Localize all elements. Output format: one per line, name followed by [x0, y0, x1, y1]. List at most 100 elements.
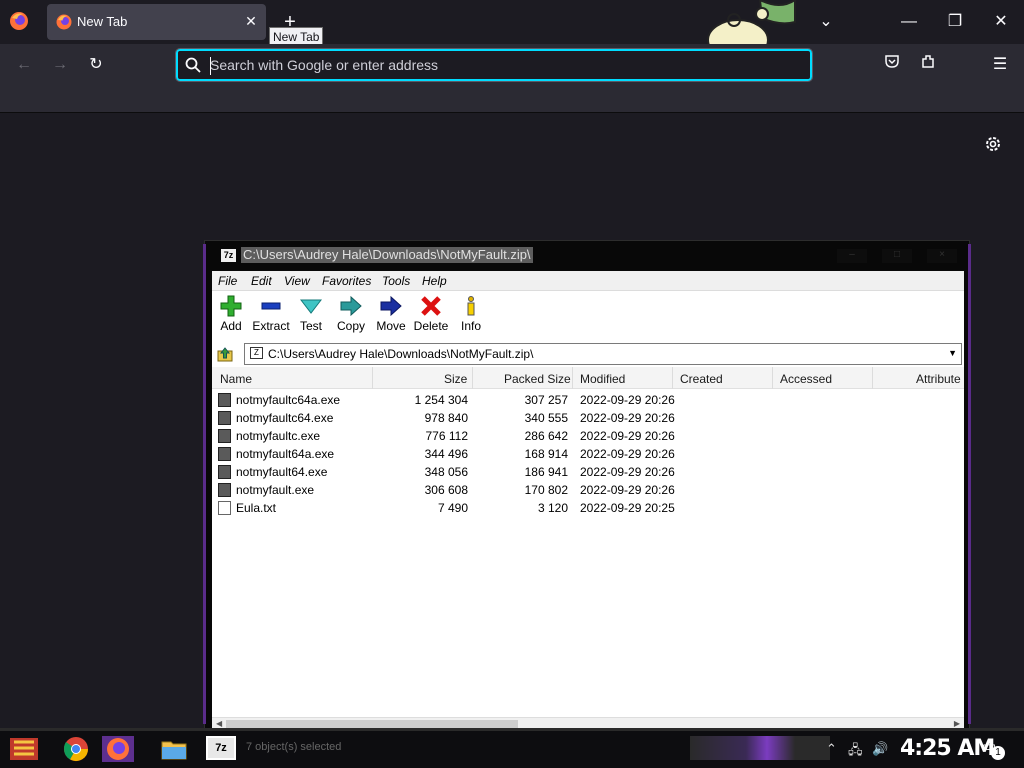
menu-edit[interactable]: Edit [251, 274, 272, 288]
menu-view[interactable]: View [284, 274, 310, 288]
tab-close-icon[interactable]: ✕ [242, 12, 260, 30]
copy-button[interactable]: Copy [331, 295, 371, 339]
file-row[interactable]: notmyfaultc64a.exe 1 254 304 307 257 202… [212, 391, 964, 409]
extensions-icon[interactable] [915, 53, 941, 77]
selection-status: 7 object(s) selected [246, 741, 342, 753]
file-packed-size: 168 914 [524, 447, 568, 461]
reload-button[interactable]: ↻ [83, 53, 109, 77]
column-attribute[interactable]: Attribute [916, 372, 961, 386]
app-menu-icon[interactable]: ☰ [987, 53, 1013, 77]
file-name: notmyfaultc64.exe [236, 411, 334, 425]
file-row[interactable]: notmyfaultc.exe 776 112 286 642 2022-09-… [212, 427, 964, 445]
column-divider[interactable] [872, 367, 873, 389]
column-created[interactable]: Created [680, 372, 723, 386]
dropdown-arrow-icon[interactable]: ▼ [948, 348, 957, 358]
file-packed-size: 307 257 [524, 393, 568, 407]
delete-button[interactable]: Delete [411, 295, 451, 339]
scrollbar-thumb[interactable] [226, 720, 518, 728]
back-button[interactable]: ← [11, 53, 37, 77]
column-name[interactable]: Name [220, 372, 252, 386]
7zip-minimize-button[interactable]: – [837, 249, 867, 263]
copy-label: Copy [336, 319, 365, 333]
add-button[interactable]: Add [211, 295, 251, 339]
file-size: 776 112 [425, 429, 469, 443]
column-divider[interactable] [772, 367, 773, 389]
column-divider[interactable] [472, 367, 473, 389]
firefox-taskbar-icon[interactable] [102, 734, 134, 764]
notification-badge: 1 [991, 746, 1005, 760]
taskbar-top-strip [0, 728, 1024, 731]
path-combobox[interactable]: Z C:\Users\Audrey Hale\Downloads\NotMyFa… [244, 343, 962, 365]
check-icon [300, 299, 322, 314]
clock[interactable]: 4:25 AM [900, 736, 995, 761]
file-row[interactable]: notmyfault64a.exe 344 496 168 914 2022-0… [212, 445, 964, 463]
url-bar[interactable] [175, 48, 813, 82]
file-packed-size: 340 555 [524, 411, 568, 425]
file-modified: 2022-09-29 20:26 [580, 447, 675, 461]
7zip-client-area: File Edit View Favorites Tools Help Add … [212, 271, 964, 733]
network-icon[interactable]: 🖧 [848, 741, 863, 763]
file-explorer-icon[interactable] [158, 734, 190, 764]
minimize-button[interactable]: — [895, 8, 923, 36]
move-label: Move [376, 319, 406, 333]
scroll-left-icon[interactable]: ◀ [216, 719, 222, 728]
zip-archive-icon: Z [250, 347, 263, 359]
column-packed-size[interactable]: Packed Size [504, 372, 571, 386]
file-row[interactable]: Eula.txt 7 490 3 120 2022-09-29 20:25 [212, 499, 964, 517]
extract-button[interactable]: Extract [251, 295, 291, 339]
show-hidden-icons-chevron-icon[interactable]: ⌃ [826, 741, 837, 757]
delete-x-icon [421, 296, 441, 316]
pocket-icon[interactable] [879, 53, 905, 77]
firefox-menu-icon[interactable] [8, 10, 30, 32]
copy-arrow-icon [340, 295, 362, 317]
file-name: Eula.txt [236, 501, 277, 515]
file-row[interactable]: notmyfault64.exe 348 056 186 941 2022-09… [212, 463, 964, 481]
restore-button[interactable]: ❐ [941, 8, 969, 36]
extract-label: Extract [252, 319, 290, 333]
7zip-title-path: C:\Users\Audrey Hale\Downloads\NotMyFaul… [241, 247, 533, 263]
file-row[interactable]: notmyfault.exe 306 608 170 802 2022-09-2… [212, 481, 964, 499]
column-divider[interactable] [372, 367, 373, 389]
menu-tools[interactable]: Tools [382, 274, 410, 288]
exe-file-icon [218, 411, 231, 425]
menu-file[interactable]: File [218, 274, 237, 288]
7zip-close-button[interactable]: × [927, 249, 957, 263]
7zip-menu-bar: File Edit View Favorites Tools Help [212, 271, 964, 291]
exe-file-icon [218, 483, 231, 497]
folder-up-icon[interactable] [216, 345, 234, 363]
file-modified: 2022-09-29 20:26 [580, 411, 675, 425]
info-label: Info [460, 319, 481, 333]
navigation-toolbar: ← → ↻ ☰ [0, 44, 1024, 86]
url-input[interactable] [210, 55, 800, 75]
notification-center-icon[interactable]: ▭ 1 [982, 737, 1005, 760]
7zip-title-bar[interactable]: 7z C:\Users\Audrey Hale\Downloads\NotMyF… [205, 241, 971, 271]
list-all-tabs-chevron-icon[interactable]: ⌄ [814, 10, 838, 34]
minus-icon [261, 302, 281, 310]
menu-favorites[interactable]: Favorites [322, 274, 371, 288]
column-size[interactable]: Size [444, 372, 467, 386]
file-row[interactable]: notmyfaultc64.exe 978 840 340 555 2022-0… [212, 409, 964, 427]
chrome-icon[interactable] [60, 734, 92, 764]
volume-icon[interactable]: 🔊 [872, 741, 888, 757]
bookmarks-area [0, 86, 1024, 113]
column-accessed[interactable]: Accessed [780, 372, 832, 386]
test-label: Test [299, 319, 322, 333]
menu-help[interactable]: Help [422, 274, 447, 288]
7zip-maximize-button[interactable]: □ [882, 249, 912, 263]
tab-new-tab[interactable]: New Tab ✕ [47, 4, 266, 40]
move-button[interactable]: Move [371, 295, 411, 339]
test-button[interactable]: Test [291, 295, 331, 339]
start-button-icon[interactable] [8, 734, 40, 764]
close-window-button[interactable]: ✕ [987, 8, 1015, 36]
7zip-taskbar-button[interactable]: 7z [206, 736, 236, 760]
file-modified: 2022-09-29 20:26 [580, 483, 675, 497]
7zip-window: 7z C:\Users\Audrey Hale\Downloads\NotMyF… [203, 240, 971, 736]
column-divider[interactable] [672, 367, 673, 389]
column-modified[interactable]: Modified [580, 372, 625, 386]
exe-file-icon [218, 429, 231, 443]
info-button[interactable]: Info [451, 295, 491, 339]
forward-button[interactable]: → [47, 53, 73, 77]
scroll-right-icon[interactable]: ▶ [954, 719, 960, 728]
gear-icon[interactable] [983, 134, 1003, 154]
column-divider[interactable] [572, 367, 573, 389]
